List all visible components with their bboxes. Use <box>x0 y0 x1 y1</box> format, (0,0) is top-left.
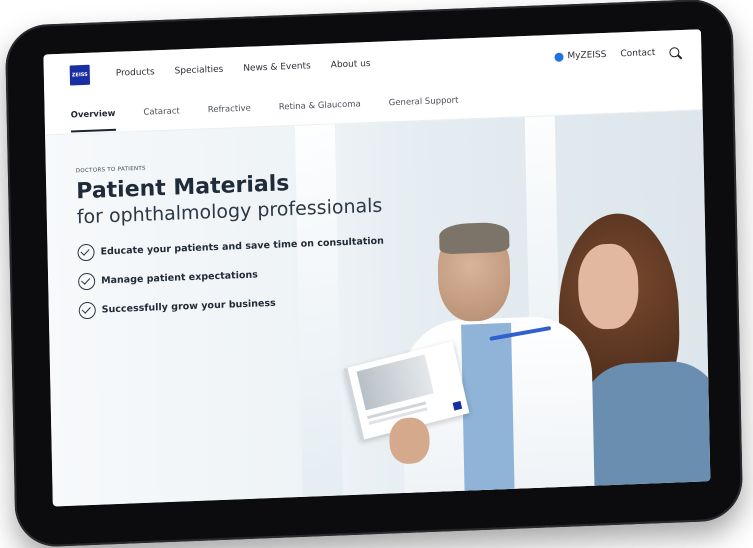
tablet-device: ZEISS Products Specialties News & Events… <box>4 0 744 548</box>
myzeiss-label: MyZEISS <box>567 49 607 62</box>
check-circle-icon <box>77 243 95 262</box>
brochure-logo <box>452 400 463 411</box>
benefit-item: Manage patient expectations <box>77 262 385 291</box>
zeiss-logo[interactable]: ZEISS <box>69 64 91 86</box>
myzeiss-link[interactable]: MyZEISS <box>554 49 607 62</box>
nav-specialties[interactable]: Specialties <box>175 65 224 77</box>
search-icon[interactable] <box>669 47 680 58</box>
benefit-text: Manage patient expectations <box>101 269 258 287</box>
benefit-item: Educate your patients and save time on c… <box>77 233 384 262</box>
hero-text: DOCTORS TO PATIENTS Patient Materials fo… <box>76 157 386 332</box>
tab-general-support[interactable]: General Support <box>389 96 459 109</box>
contact-link[interactable]: Contact <box>620 48 655 59</box>
doctor-shirt <box>461 322 516 507</box>
utility-nav: MyZEISS Contact <box>554 47 680 62</box>
doctor-hand <box>389 416 430 465</box>
benefit-item: Successfully grow your business <box>78 291 386 320</box>
benefit-list: Educate your patients and save time on c… <box>77 233 385 320</box>
tablet-screen: ZEISS Products Specialties News & Events… <box>43 29 711 507</box>
nav-about-us[interactable]: About us <box>331 59 371 71</box>
tab-cataract[interactable]: Cataract <box>143 106 180 117</box>
woman-face <box>577 242 640 331</box>
doctor-hair <box>438 221 510 255</box>
user-icon <box>554 52 564 62</box>
nav-news-events[interactable]: News & Events <box>243 61 311 74</box>
check-circle-icon <box>78 301 96 320</box>
tab-refractive[interactable]: Refractive <box>208 104 251 116</box>
tab-retina-glaucoma[interactable]: Retina & Glaucoma <box>279 99 361 112</box>
woman-shirt <box>579 359 711 507</box>
tab-overview[interactable]: Overview <box>71 109 116 121</box>
check-circle-icon <box>77 272 96 291</box>
nav-products[interactable]: Products <box>116 67 155 78</box>
benefit-text: Successfully grow your business <box>101 297 276 316</box>
main-nav: Products Specialties News & Events About… <box>116 59 371 79</box>
benefit-text: Educate your patients and save time on c… <box>100 235 385 258</box>
